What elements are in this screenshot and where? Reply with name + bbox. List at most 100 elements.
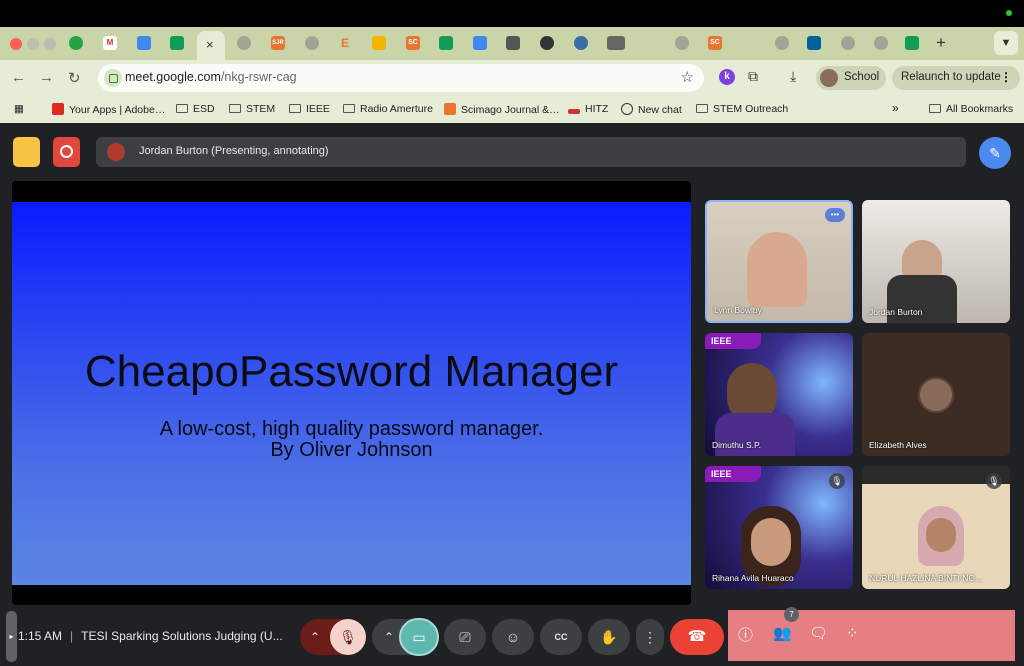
leave-call-button[interactable]: ☎ <box>670 619 724 655</box>
tab-globe-5[interactable] <box>841 36 855 50</box>
present-screen-button[interactable]: ⎚ <box>444 619 486 655</box>
participant-tile[interactable]: IEEE 🎙 Rihana Avila Huaraco <box>705 466 853 589</box>
close-window-button[interactable] <box>10 38 22 50</box>
tab-sheets[interactable] <box>170 36 184 50</box>
panel-toggle-chevron-icon[interactable]: ▸ <box>6 611 17 662</box>
mic-off-button[interactable]: 🎙 <box>330 619 366 655</box>
bookmark-ieee[interactable]: IEEE <box>289 103 330 115</box>
camera-indicator <box>1006 10 1012 16</box>
participant-tile[interactable]: Elizabeth Alves <box>862 333 1010 456</box>
bookmark-stem[interactable]: STEM <box>229 103 275 115</box>
tab-globe[interactable] <box>237 36 251 50</box>
tab-drive[interactable] <box>439 36 453 50</box>
tab-globe-2[interactable] <box>305 36 319 50</box>
emoji-reaction-button[interactable]: ☺ <box>492 619 534 655</box>
tab-calendar[interactable] <box>473 36 487 50</box>
zoom-window-button[interactable] <box>44 38 56 50</box>
tab-sc-2[interactable]: SC <box>708 36 722 50</box>
bookmark-stem-outreach[interactable]: STEM Outreach <box>696 103 788 115</box>
raise-hand-button[interactable]: ✋ <box>588 619 630 655</box>
people-count-badge: 7 <box>784 607 799 622</box>
meeting-info: 1:15 AM | TESI Sparking Solutions Judging … <box>18 629 283 643</box>
tab-chatgpt[interactable] <box>540 36 554 50</box>
address-bar[interactable]: meet.google.com/nkg-rswr-cag ☆ <box>98 64 704 92</box>
back-arrow-icon[interactable]: ← <box>11 69 26 86</box>
sjr-icon <box>444 103 456 115</box>
profile-button[interactable]: School <box>816 66 886 90</box>
url-host: meet.google.com <box>125 70 221 84</box>
participant-tile[interactable]: Jordan Burton <box>862 200 1010 323</box>
bookmarks-overflow[interactable]: » <box>892 101 899 115</box>
bookmark-radio[interactable]: Radio Amerture <box>343 103 433 115</box>
meet-site-icon[interactable] <box>104 69 122 87</box>
activities-grid-icon[interactable]: ⁘ <box>846 624 859 642</box>
tab-hitz[interactable] <box>641 36 655 50</box>
all-bookmarks[interactable]: All Bookmarks <box>929 103 1013 115</box>
tab-globe-3[interactable] <box>675 36 689 50</box>
video-options-chevron-icon[interactable]: ⌃ <box>384 619 394 655</box>
participant-tile[interactable]: 🎙 NURUL HAZLINA BINTI NO... <box>862 466 1010 589</box>
bookmark-hitz[interactable]: HITZ <box>568 103 608 115</box>
stop-presenting-icon[interactable] <box>13 137 40 167</box>
tab-search-chevron-icon[interactable]: ▼ <box>994 31 1018 55</box>
tab-globe-4[interactable] <box>775 36 789 50</box>
tab-site[interactable] <box>607 36 625 50</box>
tile-more-icon[interactable]: ••• <box>825 208 845 222</box>
participant-tile[interactable]: ••• Lynn Bowlby <box>705 200 853 323</box>
tab-globe-6[interactable] <box>874 36 888 50</box>
bookmark-new-chat[interactable]: New chat <box>621 103 682 116</box>
extension-k-icon[interactable]: k <box>719 69 735 85</box>
forward-arrow-icon[interactable]: → <box>39 69 54 86</box>
download-icon[interactable]: ⤓ <box>790 68 796 85</box>
reload-icon[interactable]: ↻ <box>68 69 81 87</box>
participant-name: Jordan Burton <box>869 307 923 317</box>
tab-contact[interactable] <box>506 36 520 50</box>
apps-grid-icon[interactable]: ▦ <box>14 103 24 115</box>
minimize-window-button[interactable] <box>27 38 39 50</box>
tab-docs[interactable] <box>137 36 151 50</box>
participant-avatar <box>918 377 954 413</box>
tab-ieee[interactable] <box>807 36 821 50</box>
tab-gmail[interactable]: M <box>103 36 117 50</box>
audio-options-chevron-icon[interactable]: ⌃ <box>310 619 320 655</box>
people-icon[interactable]: 👥 <box>773 624 792 642</box>
bookmarks-bar: ▦ Your Apps | Adobe… ESD STEM IEEE Radio… <box>0 96 1024 123</box>
tab-etsy[interactable]: E <box>338 36 352 50</box>
tab-gear-site[interactable] <box>574 36 588 50</box>
relaunch-label: Relaunch to update <box>901 71 1001 83</box>
tab-m[interactable] <box>742 36 756 50</box>
folder-icon <box>696 104 708 113</box>
chat-icon[interactable]: 🗨 <box>809 624 828 642</box>
tab-sjr[interactable]: SJR <box>271 36 285 50</box>
recording-icon[interactable] <box>53 137 80 167</box>
bookmark-star-icon[interactable]: ☆ <box>681 68 694 86</box>
folder-icon <box>929 104 941 113</box>
captions-button[interactable]: CC <box>540 619 582 655</box>
participant-tile[interactable]: IEEE Dimuthu S.P. <box>705 333 853 456</box>
meeting-time: 1:15 AM <box>18 629 63 643</box>
bookmark-adobe[interactable]: Your Apps | Adobe… <box>52 103 165 116</box>
meeting-details-icon[interactable]: ⓘ <box>738 624 753 645</box>
tab-sc[interactable]: SC <box>406 36 420 50</box>
tab-sheets-2[interactable] <box>905 36 919 50</box>
relaunch-button[interactable]: Relaunch to update ⋮ <box>892 66 1020 90</box>
annotate-pen-icon[interactable]: ✎ <box>979 137 1011 169</box>
tab-meet-active[interactable]: × <box>197 31 225 60</box>
tab-whatsapp[interactable] <box>69 36 83 50</box>
url-text[interactable]: meet.google.com/nkg-rswr-cag <box>125 70 297 84</box>
participant-name: NURUL HAZLINA BINTI NO... <box>869 573 983 583</box>
ieee-badge: IEEE <box>705 333 761 349</box>
more-options-button[interactable]: ⋮ <box>636 619 664 655</box>
screen: M × SJR E SC SC + ▼ ← → ↻ meet.google.co… <box>0 0 1024 666</box>
extensions-puzzle-icon[interactable]: ⧉ <box>748 68 758 85</box>
chat-icon <box>621 103 633 115</box>
more-vert-icon[interactable]: ⋮ <box>1000 70 1012 84</box>
presenter-avatar <box>107 143 125 161</box>
bookmark-scimago[interactable]: Scimago Journal &… <box>444 103 560 116</box>
new-tab-button[interactable]: + <box>936 33 946 53</box>
tab-close-icon[interactable]: × <box>206 37 214 52</box>
camera-button[interactable]: ▭ <box>399 618 439 656</box>
bookmark-esd[interactable]: ESD <box>176 103 215 115</box>
tab-slides[interactable] <box>372 36 386 50</box>
folder-icon <box>343 104 355 113</box>
